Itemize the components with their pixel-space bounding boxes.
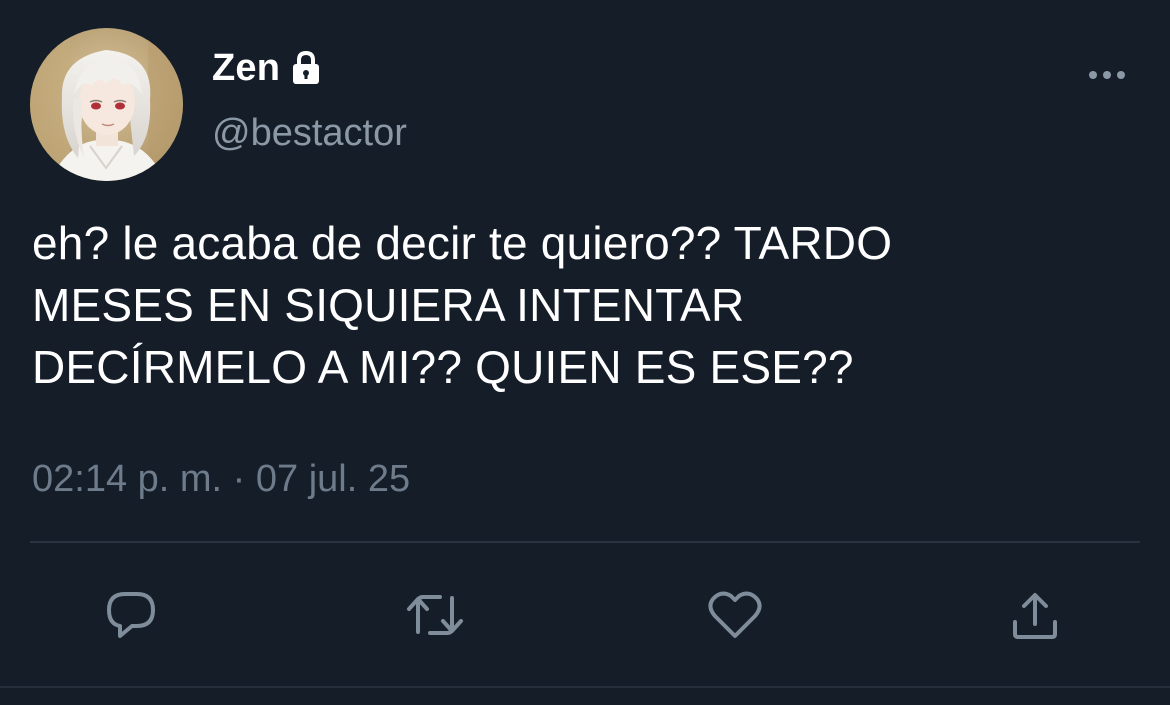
speech-bubble-icon <box>107 592 155 638</box>
divider <box>0 686 1170 688</box>
reply-button[interactable] <box>100 584 162 646</box>
display-name[interactable]: Zen <box>212 47 280 90</box>
tweet-text-line: eh? le acaba de decir te quiero?? TARDO <box>32 217 893 269</box>
lock-icon <box>286 48 326 88</box>
more-dots-icon <box>1089 71 1125 79</box>
like-button[interactable] <box>704 584 766 646</box>
author-handle[interactable]: @bestactor <box>212 112 407 155</box>
retweet-button[interactable] <box>404 584 466 646</box>
tweet-text-line: DECÍRMELO A MI?? QUIEN ES ESE?? <box>32 341 854 393</box>
heart-icon <box>708 591 762 638</box>
tweet-text: eh? le acaba de decir te quiero?? TARDO … <box>32 212 1142 398</box>
avatar[interactable] <box>30 28 183 181</box>
tweet-timestamp[interactable]: 02:14 p. m. · 07 jul. 25 <box>32 458 410 501</box>
share-button[interactable] <box>1004 584 1066 646</box>
share-icon <box>1013 593 1057 639</box>
author-name-row[interactable]: Zen <box>212 44 326 92</box>
more-options-button[interactable] <box>1086 62 1128 88</box>
tweet-text-line: MESES EN SIQUIERA INTENTAR <box>32 279 745 331</box>
divider <box>30 541 1140 543</box>
retweet-icon <box>407 595 463 635</box>
